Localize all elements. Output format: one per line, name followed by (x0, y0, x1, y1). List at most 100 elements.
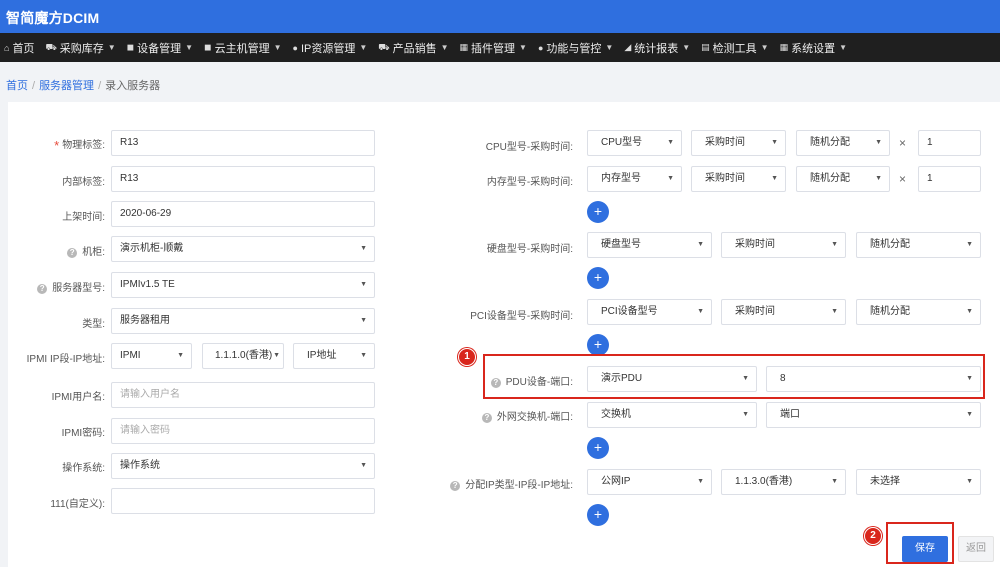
help-icon[interactable]: ? (490, 378, 501, 388)
add-disk-button[interactable]: + (587, 267, 609, 289)
ipmi-password-input[interactable]: 请输入密码 (111, 418, 375, 444)
nav-item-label: 产品销售 (392, 42, 437, 55)
nav-item-label: 设备管理 (137, 42, 182, 55)
custom-111-label: 111(自定义): (50, 499, 105, 510)
nav-item-label: 首页 (12, 42, 35, 55)
add-ip-button[interactable]: + (587, 504, 609, 526)
chevron-down-icon: ▼ (697, 308, 704, 315)
chevron-down-icon: ▼ (760, 43, 769, 52)
ip-type-select[interactable]: 公网IP ▼ (587, 469, 712, 495)
pci-model-select[interactable]: PCI设备型号 ▼ (587, 299, 712, 325)
chevron-down-icon: ▼ (107, 43, 116, 52)
cart-icon: ⛟ (378, 41, 390, 52)
ipmi-ip-segment-select[interactable]: 1.1.1.0(香港) ▼ (202, 343, 284, 369)
add-switch-button[interactable]: + (587, 437, 609, 459)
ipmi-protocol-select[interactable]: IPMI ▼ (111, 343, 192, 369)
cloud-host-icon: ◼ (204, 42, 212, 52)
shelf-time-input[interactable]: 2020-06-29 (111, 201, 375, 227)
switch-label: ? 外网交换机-端口: (448, 408, 573, 423)
custom-111-input[interactable] (111, 488, 375, 514)
server-model-select[interactable]: IPMIv1.5 TE ▼ (111, 272, 375, 298)
add-memory-button[interactable]: + (587, 201, 609, 223)
memory-purchase-time-select[interactable]: 采购时间 ▼ (691, 166, 786, 192)
memory-allocation-select[interactable]: 随机分配 ▼ (796, 166, 890, 192)
info-icon: ● (537, 42, 544, 53)
memory-model-select[interactable]: 内存型号 ▼ (587, 166, 682, 192)
breadcrumb-home[interactable]: 首页 (6, 80, 28, 92)
nav-item-cloud-host[interactable]: ◼ 云主机管理 ▼ (204, 40, 281, 56)
help-icon[interactable]: ? (450, 481, 461, 491)
breadcrumb-separator: / (98, 80, 102, 92)
top-header: 智简魔方DCIM (0, 0, 1000, 33)
help-icon[interactable]: ? (481, 413, 492, 423)
back-button[interactable]: 返回 (958, 536, 994, 562)
grid-icon: ▦ (459, 42, 469, 52)
breadcrumb-separator: / (32, 80, 36, 92)
ip-address-select[interactable]: 未选择 ▼ (856, 469, 981, 495)
breadcrumb-current: 录入服务器 (105, 80, 161, 92)
switch-device-select[interactable]: 交换机 ▼ (587, 402, 757, 428)
help-icon[interactable]: ? (37, 284, 48, 294)
chevron-down-icon: ▼ (875, 175, 882, 182)
annotation-badge-1: 1 (458, 348, 476, 366)
cpu-allocation-select[interactable]: 随机分配 ▼ (796, 130, 890, 156)
nav-item-home[interactable]: ⌂ 首页 (4, 40, 34, 56)
breadcrumb-server-management[interactable]: 服务器管理 (39, 80, 94, 92)
ip-segment-select[interactable]: 1.1.3.0(香港) ▼ (721, 469, 846, 495)
nav-item-info[interactable]: ● 功能与管控 ▼ (538, 40, 613, 56)
required-asterisk: * (54, 138, 60, 153)
cpu-quantity-input[interactable]: 1 (918, 130, 981, 156)
pdu-port-select[interactable]: 8 ▼ (766, 366, 981, 392)
chevron-down-icon: ▼ (682, 43, 691, 52)
disk-allocation-select[interactable]: 随机分配 ▼ (856, 232, 981, 258)
chevron-down-icon: ▼ (966, 411, 973, 418)
nav-item-grid[interactable]: ▦ 插件管理 ▼ (460, 40, 527, 56)
help-icon[interactable]: ? (67, 248, 78, 258)
chevron-down-icon: ▼ (360, 317, 367, 324)
memory-quantity-input[interactable]: 1 (918, 166, 981, 192)
server-entry-form: * 物理标签: R13 内部标签: R13 上架时间: 2020-06-29 ? 机… (8, 102, 1000, 567)
server-model-label: ? 服务器型号: (18, 279, 105, 294)
nav-item-label: 功能与管控 (546, 42, 602, 55)
chevron-down-icon: ▼ (185, 43, 194, 52)
chevron-down-icon: ▼ (966, 308, 973, 315)
switch-port-select[interactable]: 端口 ▼ (766, 402, 981, 428)
ipmi-password-label: IPMI密码: (61, 428, 105, 439)
ipmi-ip-address-select[interactable]: IP地址 ▼ (293, 343, 375, 369)
cpu-model-select[interactable]: CPU型号 ▼ (587, 130, 682, 156)
chevron-down-icon: ▼ (519, 43, 527, 52)
type-select[interactable]: 服务器租用 ▼ (111, 308, 375, 334)
disk-purchase-time-select[interactable]: 采购时间 ▼ (721, 232, 846, 258)
nav-item-label: 系统设置 (791, 42, 836, 55)
chevron-down-icon: ▼ (273, 43, 282, 52)
chevron-down-icon: ▼ (360, 352, 367, 359)
nav-item-settings-grid[interactable]: ▦ 系统设置 ▼ (780, 40, 847, 56)
nav-item-label: 云主机管理 (214, 42, 270, 55)
chevron-down-icon: ▼ (831, 478, 838, 485)
ipmi-user-input[interactable]: 请输入用户名 (111, 382, 375, 408)
chevron-down-icon: ▼ (177, 352, 184, 359)
add-pci-button[interactable]: + (587, 334, 609, 356)
pdu-device-select[interactable]: 演示PDU ▼ (587, 366, 757, 392)
chevron-down-icon: ▼ (360, 281, 367, 288)
app-title[interactable]: 智简魔方DCIM (6, 8, 99, 28)
nav-item-cube[interactable]: ◼ 设备管理 ▼ (127, 40, 193, 56)
os-select[interactable]: 操作系统 ▼ (111, 453, 375, 479)
internal-tag-input[interactable]: R13 (111, 166, 375, 192)
pci-purchase-time-select[interactable]: 采购时间 ▼ (721, 299, 846, 325)
chevron-down-icon: ▼ (667, 139, 674, 146)
nav-item-chart[interactable]: ◢ 统计报表 ▼ (624, 40, 690, 56)
cabinet-select[interactable]: 演示机柜-顺戴 ▼ (111, 236, 375, 262)
nav-item-location[interactable]: ● IP资源管理 ▼ (293, 40, 368, 56)
nav-item-car[interactable]: ⛟ 采购库存 ▼ (45, 40, 115, 56)
pci-allocation-select[interactable]: 随机分配 ▼ (856, 299, 981, 325)
cpu-purchase-time-select[interactable]: 采购时间 ▼ (691, 130, 786, 156)
nav-item-cart[interactable]: ⛟ 产品销售 ▼ (378, 40, 448, 56)
physical-tag-input[interactable]: R13 (111, 130, 375, 156)
save-button[interactable]: 保存 (902, 536, 948, 562)
memory-label: 内存型号-采购时间: (486, 177, 573, 188)
disk-label: 硬盘型号-采购时间: (486, 244, 573, 255)
disk-model-select[interactable]: 硬盘型号 ▼ (587, 232, 712, 258)
pci-label: PCI设备型号-采购时间: (470, 311, 573, 322)
nav-item-list[interactable]: ▤ 检测工具 ▼ (701, 40, 768, 56)
